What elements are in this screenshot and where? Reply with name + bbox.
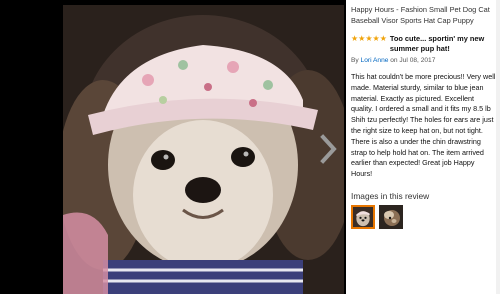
star-icon: ★ bbox=[358, 34, 366, 43]
next-image-button[interactable] bbox=[315, 132, 341, 166]
review-heading-row: ★ ★ ★ ★ ★ Too cute... sportin' my new su… bbox=[351, 34, 496, 54]
star-icon: ★ bbox=[365, 34, 373, 43]
chevron-right-icon bbox=[320, 134, 337, 164]
dog-with-hat-thumbnail[interactable] bbox=[351, 204, 375, 229]
review-body: This hat couldn't be more precious!! Ver… bbox=[351, 72, 496, 179]
thumbnail-strip bbox=[351, 204, 496, 229]
product-title[interactable]: Happy Hours - Fashion Small Pet Dog Cat … bbox=[351, 4, 496, 26]
star-icon: ★ bbox=[379, 34, 387, 43]
review-byline: By Lori Anne on Jul 08, 2017 bbox=[351, 56, 496, 65]
dog-side-thumbnail[interactable] bbox=[379, 204, 403, 229]
review-date: on Jul 08, 2017 bbox=[390, 57, 436, 64]
star-icon: ★ bbox=[351, 34, 359, 43]
dog-photo-illustration bbox=[63, 5, 344, 294]
star-icon: ★ bbox=[372, 34, 380, 43]
review-photo bbox=[63, 5, 344, 294]
byline-prefix: By bbox=[351, 57, 359, 64]
review-author-link[interactable]: Lori Anne bbox=[361, 57, 389, 64]
images-heading: Images in this review bbox=[351, 190, 430, 201]
review-panel: Happy Hours - Fashion Small Pet Dog Cat … bbox=[351, 0, 496, 294]
thumbnail-image bbox=[353, 206, 373, 227]
star-rating: ★ ★ ★ ★ ★ bbox=[351, 35, 387, 43]
thumbnail-image bbox=[379, 204, 403, 229]
review-title[interactable]: Too cute... sportin' my new summer pup h… bbox=[390, 34, 496, 54]
scrollbar[interactable] bbox=[496, 0, 500, 294]
image-viewer bbox=[0, 0, 346, 294]
